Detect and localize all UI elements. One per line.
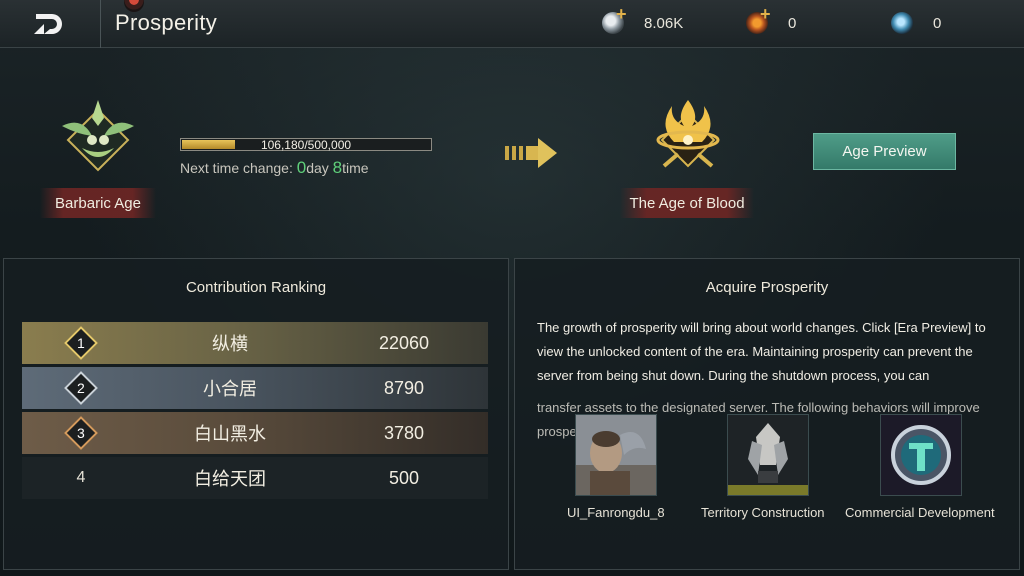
action-slot-1[interactable] [575, 414, 657, 496]
age-preview-button[interactable]: Age Preview [813, 133, 956, 170]
page-title: Prosperity [115, 10, 218, 35]
acquire-description: The growth of prosperity will bring abou… [537, 320, 986, 383]
current-age-label: Barbaric Age [40, 188, 156, 218]
rank-number: 4 [76, 469, 86, 486]
gold-coin-icon[interactable]: + [746, 4, 771, 34]
ranking-row-2[interactable]: 2 小合居 8790 [22, 367, 488, 409]
ranking-row-1[interactable]: 1 纵横 22060 [22, 322, 488, 364]
prosperity-screen: Prosperity + 8.06K + 0 0 Barbaric Age 10… [0, 0, 1024, 576]
days-unit: day [306, 160, 333, 176]
rank-number: 3 [77, 424, 85, 441]
silver-coin-icon[interactable]: + [602, 4, 627, 34]
rank-badge: 3 [22, 416, 140, 450]
prosperity-progress-text: 106,180/500,000 [260, 138, 352, 152]
silver-value: 8.06K [644, 14, 684, 32]
ranking-name: 白山黑水 [194, 424, 266, 444]
back-arrow-icon [34, 14, 62, 34]
ranking-score: 8790 [383, 377, 425, 398]
ranking-score: 22060 [378, 332, 430, 353]
commerce-coin-icon [881, 415, 961, 495]
times-value: 8 [332, 158, 343, 177]
ranking-name: 纵横 [212, 334, 248, 354]
next-change-prefix: Next time change: [180, 160, 297, 176]
rank-badge: 2 [22, 371, 140, 405]
topbar-divider [100, 0, 101, 48]
warrior-portrait-icon [576, 415, 656, 495]
action-slot-2[interactable] [727, 414, 809, 496]
construction-icon [728, 415, 808, 495]
ranking-score: 500 [388, 467, 420, 488]
gold-value: 0 [788, 14, 797, 32]
ranking-title: Contribution Ranking [185, 279, 327, 296]
rank-number: 1 [77, 334, 85, 351]
next-arrow-icon [505, 138, 557, 168]
ranking-row-3[interactable]: 3 白山黑水 3780 [22, 412, 488, 454]
resource-silver: + 8.06K [602, 4, 684, 34]
next-age-label: The Age of Blood [620, 188, 754, 218]
gem-value: 0 [933, 14, 942, 32]
back-button[interactable] [0, 0, 100, 48]
gem-icon [891, 12, 913, 34]
barbaric-age-emblem-icon [62, 100, 134, 172]
acquire-title: Acquire Prosperity [705, 279, 829, 296]
action-label-1: UI_Fanrongdu_8 [567, 505, 665, 520]
top-bar: Prosperity + 8.06K + 0 0 [0, 0, 1024, 48]
action-slot-3[interactable] [880, 414, 962, 496]
action-label-3: Commercial Development [845, 505, 995, 520]
ranking-row-4[interactable]: 4 白给天团 500 [22, 457, 488, 499]
times-unit: time [342, 160, 369, 176]
rank-badge: 1 [22, 326, 140, 360]
ranking-name: 小合居 [203, 379, 257, 399]
age-of-blood-emblem-icon [656, 100, 720, 168]
days-value: 0 [296, 158, 307, 177]
prosperity-progress-bar: 106,180/500,000 [180, 138, 432, 152]
resource-gold: + 0 [746, 4, 797, 34]
rank-number: 2 [77, 379, 85, 396]
add-gold-icon[interactable]: + [760, 4, 771, 25]
resource-gem: 0 [891, 12, 941, 34]
ranking-score: 3780 [383, 422, 425, 443]
action-label-2: Territory Construction [701, 505, 825, 520]
ranking-name: 白给天团 [194, 469, 266, 489]
next-change-text: Next time change: 0day 8time [180, 158, 369, 178]
add-silver-icon[interactable]: + [616, 4, 627, 25]
